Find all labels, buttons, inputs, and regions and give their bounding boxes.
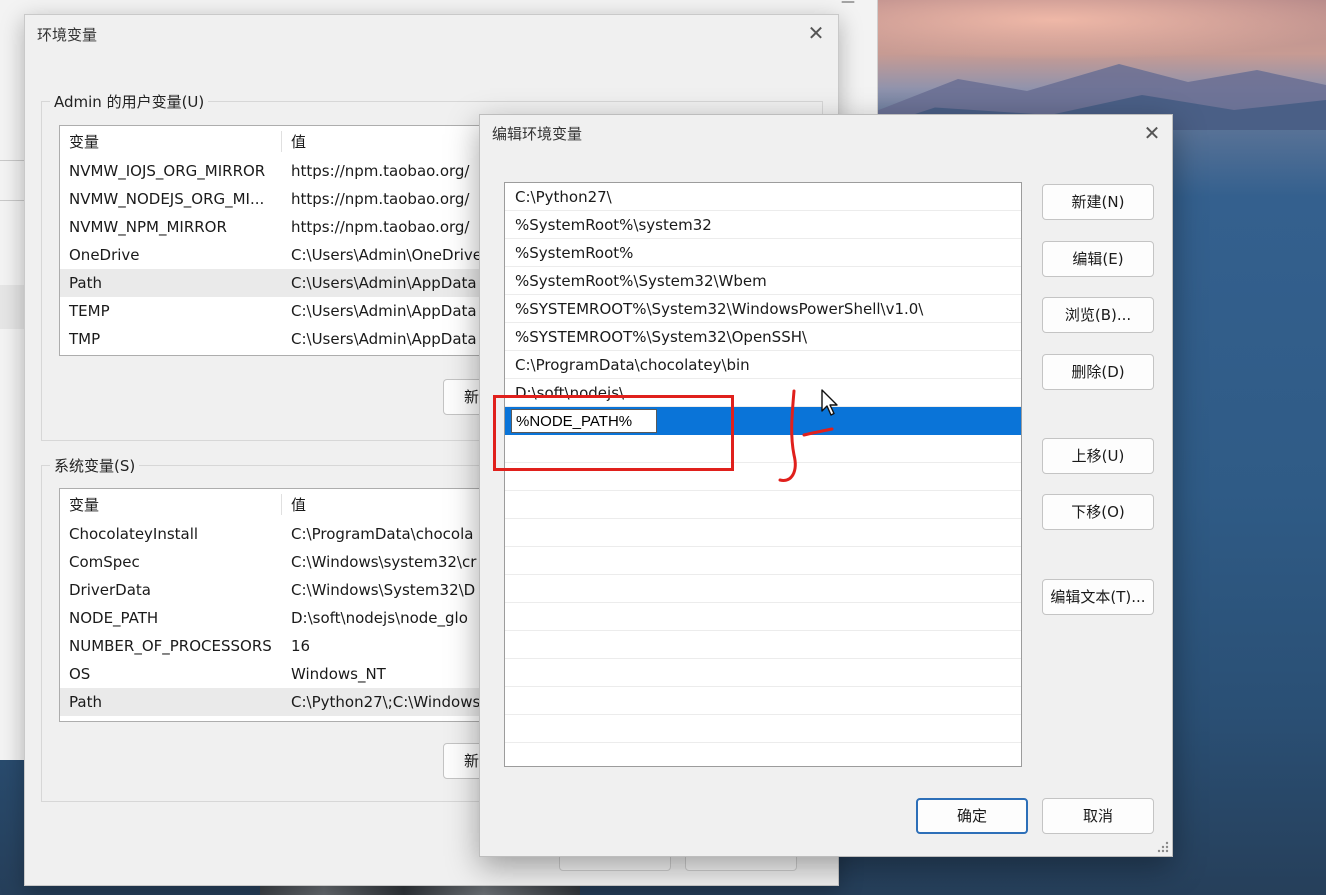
table-row[interactable]: ChocolateyInstall C:\ProgramData\chocola [60, 520, 498, 548]
table-row[interactable]: NUMBER_OF_PROCESSORS 16 [60, 632, 498, 660]
table-row-selected[interactable]: Path C:\Python27\;C:\Windows [60, 688, 498, 716]
table-row[interactable]: ComSpec C:\Windows\system32\cr [60, 548, 498, 576]
table-row[interactable]: NVMW_NODEJS_ORG_MI... https://npm.taobao.… [60, 185, 498, 213]
table-header: 变量 值 [60, 126, 498, 157]
dialog-title: 环境变量 [37, 26, 98, 44]
new-button[interactable]: 新建(N) [1042, 184, 1154, 220]
var-name: NVMW_IOJS_ORG_MIRROR [69, 162, 266, 180]
list-item-empty [505, 491, 1021, 519]
list-item[interactable]: %SystemRoot% [505, 239, 1021, 267]
user-variables-table[interactable]: 变量 值 NVMW_IOJS_ORG_MIRROR https://npm.tao… [59, 125, 499, 356]
table-row[interactable]: OneDrive C:\Users\Admin\OneDrive [60, 241, 498, 269]
list-item-empty [505, 715, 1021, 743]
var-value: https://npm.taobao.org/ [291, 162, 470, 180]
edit-button[interactable]: 编辑(E) [1042, 241, 1154, 277]
var-name: Path [69, 693, 102, 711]
background-selected-band [0, 285, 26, 329]
list-item-empty [505, 575, 1021, 603]
background-divider [0, 200, 26, 201]
var-name: NUMBER_OF_PROCESSORS [69, 637, 272, 655]
var-name: TMP [69, 330, 101, 348]
list-item-empty [505, 659, 1021, 687]
var-value: C:\Users\Admin\OneDrive [291, 246, 483, 264]
close-icon[interactable]: ✕ [804, 21, 828, 45]
browse-button[interactable]: 浏览(B)... [1042, 297, 1154, 333]
table-row[interactable]: TMP C:\Users\Admin\AppData [60, 325, 498, 353]
var-value: C:\Users\Admin\AppData [291, 274, 477, 292]
var-name: OneDrive [69, 246, 140, 264]
var-value: Windows_NT [291, 665, 386, 683]
list-item[interactable]: %SystemRoot%\System32\Wbem [505, 267, 1021, 295]
var-value: https://npm.taobao.org/ [291, 218, 470, 236]
list-item-empty [505, 687, 1021, 715]
table-row[interactable]: DriverData C:\Windows\System32\D [60, 576, 498, 604]
ok-button[interactable]: 确定 [916, 798, 1028, 834]
system-variables-label: 系统变量(S) [50, 455, 140, 476]
delete-button[interactable]: 删除(D) [1042, 354, 1154, 390]
table-row-selected[interactable]: Path C:\Users\Admin\AppData [60, 269, 498, 297]
table-row[interactable]: OS Windows_NT [60, 660, 498, 688]
cancel-button[interactable]: 取消 [1042, 798, 1154, 834]
list-item-empty [505, 743, 1021, 766]
var-value: C:\Windows\System32\D [291, 581, 476, 599]
dialog-title: 编辑环境变量 [492, 125, 583, 143]
edit-text-button[interactable]: 编辑文本(T)... [1042, 579, 1154, 615]
var-name: TEMP [69, 302, 110, 320]
list-item[interactable]: %SYSTEMROOT%\System32\OpenSSH\ [505, 323, 1021, 351]
table-row[interactable]: NODE_PATH D:\soft\nodejs\node_glo [60, 604, 498, 632]
var-value: 16 [291, 637, 311, 655]
column-header-value[interactable]: 值 [282, 131, 498, 152]
list-item-empty [505, 519, 1021, 547]
move-down-button[interactable]: 下移(O) [1042, 494, 1154, 530]
var-name: DriverData [69, 581, 151, 599]
move-up-button[interactable]: 上移(U) [1042, 438, 1154, 474]
annotation-highlight-box [493, 395, 734, 471]
var-name: ComSpec [69, 553, 140, 571]
user-variables-label: Admin 的用户变量(U) [50, 91, 209, 112]
resize-grip-icon[interactable] [1157, 841, 1169, 853]
var-name: Path [69, 274, 102, 292]
background-window-control: — [841, 0, 855, 10]
list-item[interactable]: C:\Python27\ [505, 183, 1021, 211]
mouse-cursor-icon [821, 389, 838, 416]
list-item[interactable]: %SystemRoot%\system32 [505, 211, 1021, 239]
var-value: https://npm.taobao.org/ [291, 190, 470, 208]
var-name: NVMW_NODEJS_ORG_MI... [69, 190, 265, 208]
var-value: C:\ProgramData\chocola [291, 525, 474, 543]
var-name: NODE_PATH [69, 609, 159, 627]
system-variables-table[interactable]: 变量 值 ChocolateyInstall C:\ProgramData\cho… [59, 488, 499, 722]
table-row[interactable]: NVMW_NPM_MIRROR https://npm.taobao.org/ [60, 213, 498, 241]
list-item-empty [505, 547, 1021, 575]
table-row[interactable]: NVMW_IOJS_ORG_MIRROR https://npm.taobao.o… [60, 157, 498, 185]
var-value: C:\Users\Admin\AppData [291, 330, 477, 348]
background-divider [0, 160, 26, 161]
var-name: ChocolateyInstall [69, 525, 199, 543]
column-header-variable[interactable]: 变量 [60, 131, 282, 152]
list-item[interactable]: C:\ProgramData\chocolatey\bin [505, 351, 1021, 379]
column-header-variable[interactable]: 变量 [60, 494, 282, 515]
table-row[interactable]: TEMP C:\Users\Admin\AppData [60, 297, 498, 325]
var-value: C:\Users\Admin\AppData [291, 302, 477, 320]
path-entries-list[interactable]: C:\Python27\ %SystemRoot%\system32 %Syst… [504, 182, 1022, 767]
table-header: 变量 值 [60, 489, 498, 520]
var-value: D:\soft\nodejs\node_glo [291, 609, 468, 627]
list-item-empty [505, 603, 1021, 631]
var-value: C:\Python27\;C:\Windows [291, 693, 481, 711]
wallpaper-clouds [846, 0, 1326, 60]
var-name: NVMW_NPM_MIRROR [69, 218, 227, 236]
var-name: OS [69, 665, 91, 683]
column-header-value[interactable]: 值 [282, 494, 498, 515]
close-icon[interactable]: ✕ [1140, 121, 1164, 145]
list-item[interactable]: %SYSTEMROOT%\System32\WindowsPowerShell\… [505, 295, 1021, 323]
list-item-empty [505, 631, 1021, 659]
var-value: C:\Windows\system32\cr [291, 553, 477, 571]
